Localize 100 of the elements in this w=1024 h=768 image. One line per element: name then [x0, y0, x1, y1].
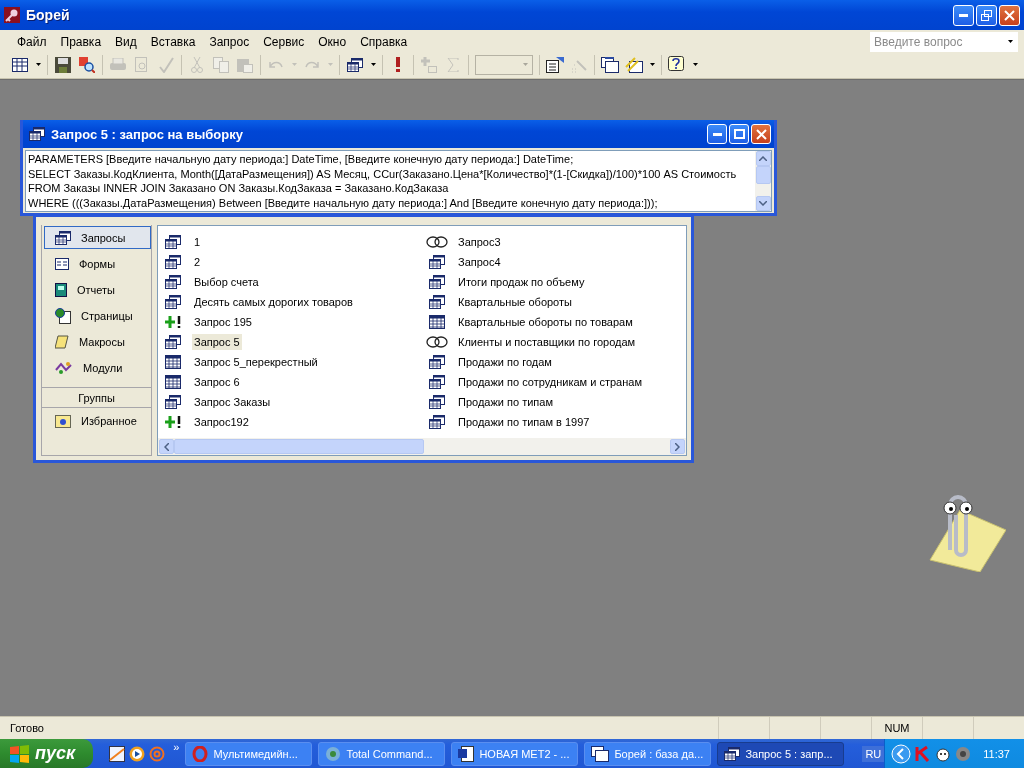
quick-launch-button[interactable]: [109, 745, 126, 762]
windows-icon: [591, 745, 610, 762]
query-item[interactable]: Запрос 6: [192, 374, 242, 390]
exclamation-icon: [396, 57, 400, 72]
taskbar-button[interactable]: НОВАЯ МЕТ2 - ...: [451, 741, 579, 766]
query-icon: [165, 275, 181, 289]
query-icon: [429, 395, 445, 409]
properties-icon: [546, 56, 564, 73]
taskbar-button[interactable]: Борей : база да...: [584, 741, 712, 766]
query-item[interactable]: Запрос 5: [192, 334, 242, 350]
quick-launch-button[interactable]: [129, 745, 146, 762]
query-item[interactable]: Продажи по типам: [456, 394, 555, 410]
rings-icon: [426, 236, 448, 248]
menu-item[interactable]: Вставка: [143, 34, 203, 49]
query-icon: [724, 746, 741, 761]
sql-line: WHERE (((Заказы.ДатаРазмещения) Between [Введите начальную дату периода:] And [Введите конечную дату периода:]));: [28, 195, 659, 210]
query-item[interactable]: 1: [192, 234, 203, 250]
play-icon: [129, 745, 146, 762]
query-item[interactable]: Выбор счета: [192, 274, 261, 290]
menu-item[interactable]: Вид: [108, 34, 144, 49]
query-item[interactable]: Клиенты и поставщики по городам: [456, 334, 638, 350]
document-icon: [458, 745, 475, 762]
object-type-item[interactable]: Запросы: [44, 226, 151, 249]
menu-item[interactable]: Сервис: [256, 34, 312, 49]
query-item[interactable]: Запрос 5_перекрестный: [192, 354, 320, 370]
minimize-button[interactable]: [707, 124, 727, 144]
query-item[interactable]: Квартальные обороты по товарам: [456, 314, 635, 330]
datasheet-icon: [12, 57, 28, 72]
copy-icon: [213, 56, 229, 73]
caret-icon: [649, 63, 655, 66]
caret-icon: [523, 63, 528, 66]
query-item[interactable]: Продажи по типам в 1997: [456, 414, 592, 430]
query-item[interactable]: Запрос4: [456, 254, 503, 270]
object-type-item[interactable]: Формы: [44, 252, 151, 275]
taskbar-button[interactable]: Запрос 5 : запр...: [717, 741, 845, 766]
restore-button[interactable]: [976, 4, 997, 26]
help-icon: [668, 55, 686, 74]
key-icon: [4, 7, 20, 23]
menu-item[interactable]: Запрос: [202, 34, 257, 49]
module-icon: [55, 360, 73, 375]
plus-exclamation-icon: [165, 416, 181, 428]
query-icon: [165, 255, 181, 269]
query-item[interactable]: 2: [192, 254, 203, 270]
query-item[interactable]: Квартальные обороты: [456, 294, 574, 310]
close-button[interactable]: [751, 124, 771, 144]
restore-icon: [981, 9, 992, 21]
vertical-scrollbar[interactable]: [755, 151, 771, 211]
language-indicator[interactable]: RU: [862, 745, 885, 762]
caret-icon: [35, 63, 41, 66]
new-object-icon: [625, 56, 643, 73]
query-item[interactable]: Итоги продаж по объему: [456, 274, 587, 290]
query-item[interactable]: Запрос Заказы: [192, 394, 273, 410]
grid-icon: [165, 375, 181, 389]
query-icon: [165, 295, 181, 309]
caret-icon: [291, 63, 297, 66]
query-item[interactable]: Десять самых дорогих товаров: [192, 294, 355, 310]
spell-check-icon: [158, 56, 174, 73]
report-icon: [55, 282, 67, 297]
object-type-item[interactable]: Модули: [44, 356, 151, 379]
add-table-icon: [421, 56, 437, 73]
query-icon: [165, 335, 181, 349]
query-item[interactable]: Запрос192: [192, 414, 251, 430]
taskbar-button[interactable]: Мультимедийн...: [185, 741, 313, 766]
query-item[interactable]: Продажи по сотрудникам и странам: [456, 374, 644, 390]
caret-icon: [692, 63, 698, 66]
menu-item[interactable]: Справка: [353, 34, 415, 49]
horizontal-scrollbar[interactable]: [158, 438, 686, 455]
object-type-item[interactable]: Макросы: [44, 330, 151, 353]
status-text: Готово: [9, 722, 45, 734]
menu-item[interactable]: Файл: [10, 34, 54, 49]
maximize-button[interactable]: [729, 124, 749, 144]
more-button[interactable]: »: [173, 741, 180, 753]
group-item[interactable]: Избранное: [44, 409, 151, 432]
sql-editor[interactable]: [25, 150, 772, 212]
start-button[interactable]: пуск: [0, 739, 94, 768]
query-item[interactable]: Запрос3: [456, 234, 503, 250]
envelope-icon: [109, 745, 126, 762]
taskbar-button[interactable]: Total Command...: [318, 741, 446, 766]
query-item[interactable]: Запрос 195: [192, 314, 254, 330]
menu-item[interactable]: Окно: [311, 34, 354, 49]
groups-header[interactable]: Группы: [42, 387, 151, 408]
scissors-icon: [191, 56, 203, 73]
object-type-item[interactable]: Отчеты: [44, 278, 151, 301]
window-title: Борей: [26, 7, 70, 23]
query-icon: [429, 295, 445, 309]
disk-icon: [325, 745, 342, 762]
windows-icon: [601, 56, 619, 73]
minimize-button[interactable]: [953, 4, 974, 26]
magnifier-icon: [79, 56, 95, 73]
menu-item[interactable]: Правка: [53, 34, 109, 49]
clipboard-icon: [237, 56, 253, 73]
browser-icon: [192, 745, 209, 762]
minimize-icon: [712, 132, 722, 136]
sql-line: PARAMETERS [Введите начальную дату периода:] DateTime, [Введите конечную дату периода:] DateTime;: [28, 152, 575, 167]
clock: 11:37: [983, 747, 1010, 760]
object-type-item[interactable]: Страницы: [44, 304, 151, 327]
caret-icon: [1008, 40, 1013, 43]
ask-question-field[interactable]: Введите вопрос: [870, 31, 1018, 52]
close-button[interactable]: [999, 4, 1020, 26]
query-item[interactable]: Продажи по годам: [456, 354, 554, 370]
